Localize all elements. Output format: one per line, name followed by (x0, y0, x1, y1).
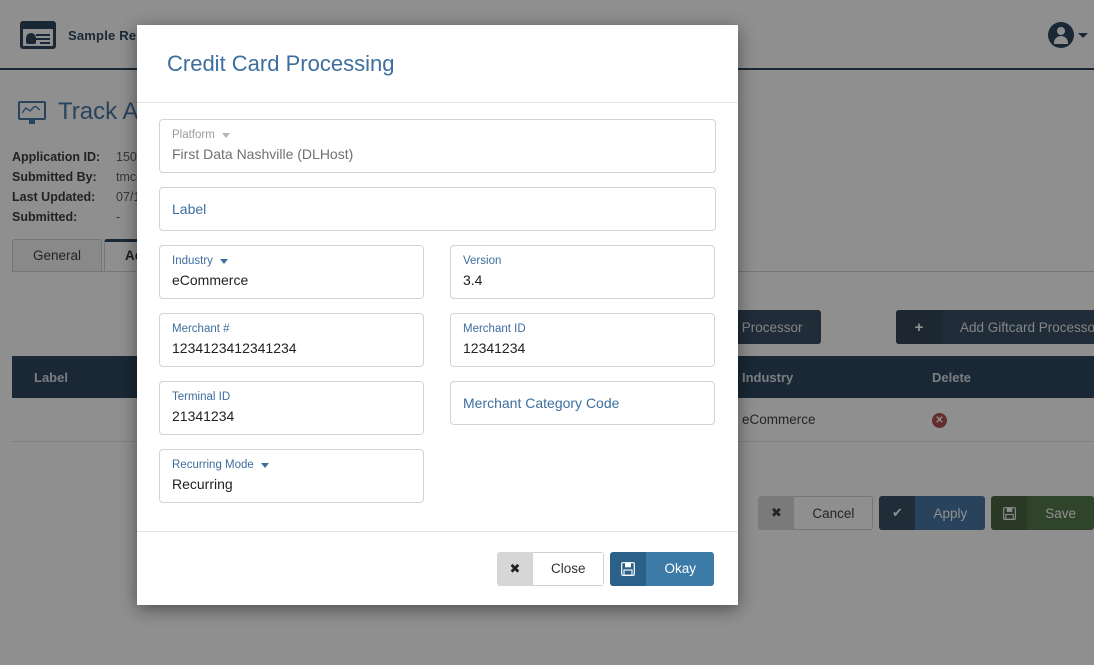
modal-okay-button-label: Okay (646, 552, 714, 586)
chevron-down-icon[interactable] (220, 259, 228, 264)
merchant-number-field[interactable]: Merchant # 1234123412341234 (159, 313, 424, 367)
modal-close-button[interactable]: ✖ Close (497, 552, 605, 586)
platform-field[interactable]: Platform First Data Nashville (DLHost) (159, 119, 716, 173)
merchant-category-code-field[interactable]: Merchant Category Code (450, 381, 715, 425)
platform-value: First Data Nashville (DLHost) (172, 144, 703, 164)
version-field-label-row: Version (463, 254, 702, 268)
recurring-mode-value: Recurring (172, 474, 411, 494)
version-field[interactable]: Version 3.4 (450, 245, 715, 299)
field-row-industry-version: Industry eCommerce Version 3.4 (159, 245, 716, 299)
terminal-id-field[interactable]: Terminal ID 21341234 (159, 381, 424, 435)
terminal-id-label: Terminal ID (172, 390, 230, 404)
merchant-number-value: 1234123412341234 (172, 338, 411, 358)
modal-header: Credit Card Processing (137, 25, 738, 103)
merchant-category-code-placeholder: Merchant Category Code (463, 395, 619, 411)
field-row-merchant: Merchant # 1234123412341234 Merchant ID … (159, 313, 716, 367)
recurring-mode-field[interactable]: Recurring Mode Recurring (159, 449, 424, 503)
merchant-id-field-label-row: Merchant ID (463, 322, 702, 336)
merchant-id-label: Merchant ID (463, 322, 526, 336)
merchant-number-field-label-row: Merchant # (172, 322, 411, 336)
recurring-mode-label: Recurring Mode (172, 458, 254, 472)
industry-field-label-row: Industry (172, 254, 411, 268)
modal-close-button-label: Close (533, 552, 605, 586)
version-value: 3.4 (463, 270, 702, 290)
merchant-id-field[interactable]: Merchant ID 12341234 (450, 313, 715, 367)
merchant-id-value: 12341234 (463, 338, 702, 358)
terminal-id-value: 21341234 (172, 406, 411, 426)
terminal-id-field-label-row: Terminal ID (172, 390, 411, 404)
x-icon: ✖ (497, 552, 533, 586)
version-label: Version (463, 254, 501, 268)
credit-card-processing-modal: Credit Card Processing Platform First Da… (137, 25, 738, 605)
platform-label: Platform (172, 128, 215, 142)
label-field[interactable]: Label (159, 187, 716, 231)
industry-value: eCommerce (172, 270, 411, 290)
field-row-terminal: Terminal ID 21341234 Merchant Category C… (159, 381, 716, 435)
field-row-platform: Platform First Data Nashville (DLHost) (159, 119, 716, 173)
industry-label: Industry (172, 254, 213, 268)
modal-title: Credit Card Processing (167, 51, 394, 77)
recurring-row-spacer (450, 449, 715, 503)
floppy-save-icon (610, 552, 646, 586)
floppy-save-icon-svg (621, 562, 635, 576)
modal-footer: ✖ Close Okay (137, 531, 738, 605)
modal-okay-button[interactable]: Okay (610, 552, 714, 586)
recurring-mode-field-label-row: Recurring Mode (172, 458, 411, 472)
platform-field-label-row: Platform (172, 128, 703, 142)
industry-field[interactable]: Industry eCommerce (159, 245, 424, 299)
modal-body: Platform First Data Nashville (DLHost) L… (137, 103, 738, 531)
chevron-down-icon[interactable] (261, 463, 269, 468)
merchant-number-label: Merchant # (172, 322, 230, 336)
label-field-placeholder: Label (172, 201, 206, 217)
field-row-recurring: Recurring Mode Recurring (159, 449, 716, 503)
field-row-label: Label (159, 187, 716, 231)
chevron-down-icon[interactable] (222, 133, 230, 138)
